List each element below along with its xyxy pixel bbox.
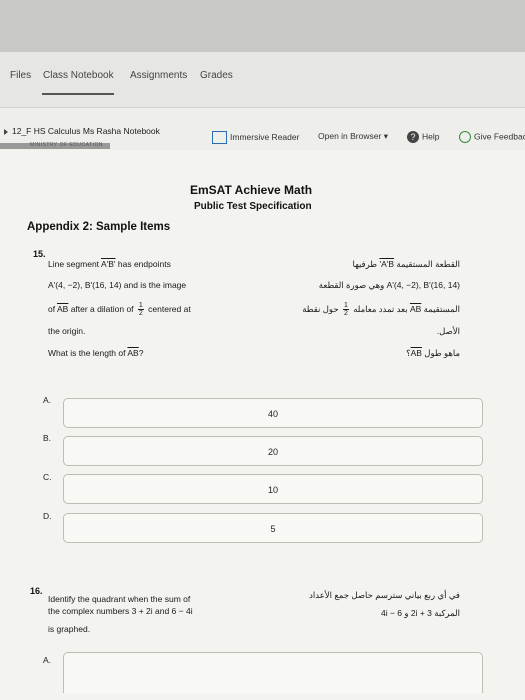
help-icon: ? (407, 131, 419, 143)
answer-option-c[interactable]: 10 (63, 474, 483, 504)
answer-option-b[interactable]: 20 (63, 436, 483, 466)
q15-arabic-line5: ماهو طول AB؟ (406, 348, 460, 358)
page-subtitle: Public Test Specification (194, 201, 312, 212)
q15-text-line1: Line segment A'B' has endpoints (48, 259, 171, 269)
q15-arabic-line3: المستقيمة AB بعد تمدد معامله 12 حول نقطة (302, 302, 460, 317)
tab-files[interactable]: Files (10, 70, 31, 81)
q15-arabic-line1: القطعة المستقيمة A'B' طرفيها (352, 259, 460, 269)
breadcrumb[interactable]: 12_F HS Calculus Ms Rasha Notebook (4, 126, 160, 136)
q15-text-line3: of AB after a dilation of 12 centered at (48, 302, 191, 317)
app-top-bar (0, 0, 525, 52)
answer-option-d[interactable]: 5 (63, 513, 483, 543)
immersive-reader-icon (212, 131, 227, 144)
give-feedback-label: Give Feedbac (474, 131, 525, 142)
open-in-browser-button[interactable]: Open in Browser ▾ (318, 131, 388, 142)
option-label: D. (43, 511, 52, 521)
chevron-right-icon (4, 128, 8, 135)
page-title: EmSAT Achieve Math (190, 183, 313, 197)
chevron-down-icon: ▾ (383, 131, 388, 141)
q16-text-line3: is graphed. (48, 624, 91, 634)
q15-arabic-line4: الأصل. (436, 326, 460, 336)
q16-text-line1: Identify the quadrant when the sum of (48, 594, 191, 604)
help-button[interactable]: ? Help (407, 131, 439, 143)
q15-text-line4: the origin. (48, 326, 86, 336)
option-label: A. (43, 655, 52, 665)
option-label: A. (43, 395, 52, 405)
option-value: 40 (267, 409, 278, 419)
q16-arabic-line2: المركبة 3 + 2i و 6 − 4i (380, 608, 460, 618)
q15-text-line5: What is the length of AB? (48, 348, 144, 358)
active-tab-indicator (42, 93, 114, 95)
immersive-reader-label: Immersive Reader (230, 131, 300, 142)
q16-arabic-line1: في أي ربع بياني سترسم حاصل جمع الأعداد (309, 590, 460, 600)
option-label: B. (43, 433, 52, 443)
smile-icon (459, 131, 471, 143)
open-in-browser-label: Open in Browser (318, 131, 382, 141)
ministry-text: MINISTRY OF EDUCATION (30, 142, 104, 148)
appendix-heading: Appendix 2: Sample Items (27, 221, 171, 233)
fraction-arabic: 12 (342, 302, 349, 317)
tab-class-notebook[interactable]: Class Notebook (43, 70, 114, 81)
question-number: 15. (33, 249, 46, 259)
give-feedback-button[interactable]: Give Feedbac (459, 131, 525, 143)
option-value: 5 (270, 524, 276, 534)
question-number: 16. (30, 586, 43, 596)
option-value: 10 (267, 485, 278, 495)
option-value: 20 (267, 447, 278, 457)
answer-option-a[interactable]: 40 (63, 398, 483, 428)
help-label: Help (422, 131, 440, 142)
fraction: 12 (137, 302, 144, 317)
option-label: C. (43, 472, 52, 482)
q16-text-line2: the complex numbers 3 + 2i and 6 − 4i (48, 606, 193, 616)
answer-option-a[interactable] (63, 652, 483, 693)
ministry-banner: MINISTRY OF EDUCATION (0, 142, 110, 149)
q15-text-line2: A'(4, −2), B'(16, 14) and is the image (48, 280, 187, 290)
tab-grades[interactable]: Grades (200, 70, 233, 81)
breadcrumb-label: 12_F HS Calculus Ms Rasha Notebook (12, 126, 160, 136)
tab-assignments[interactable]: Assignments (130, 70, 187, 81)
immersive-reader-button[interactable]: Immersive Reader (212, 131, 299, 144)
q15-arabic-line2: A'(4, −2), B'(16, 14) وهي صورة القطعة (318, 280, 460, 290)
